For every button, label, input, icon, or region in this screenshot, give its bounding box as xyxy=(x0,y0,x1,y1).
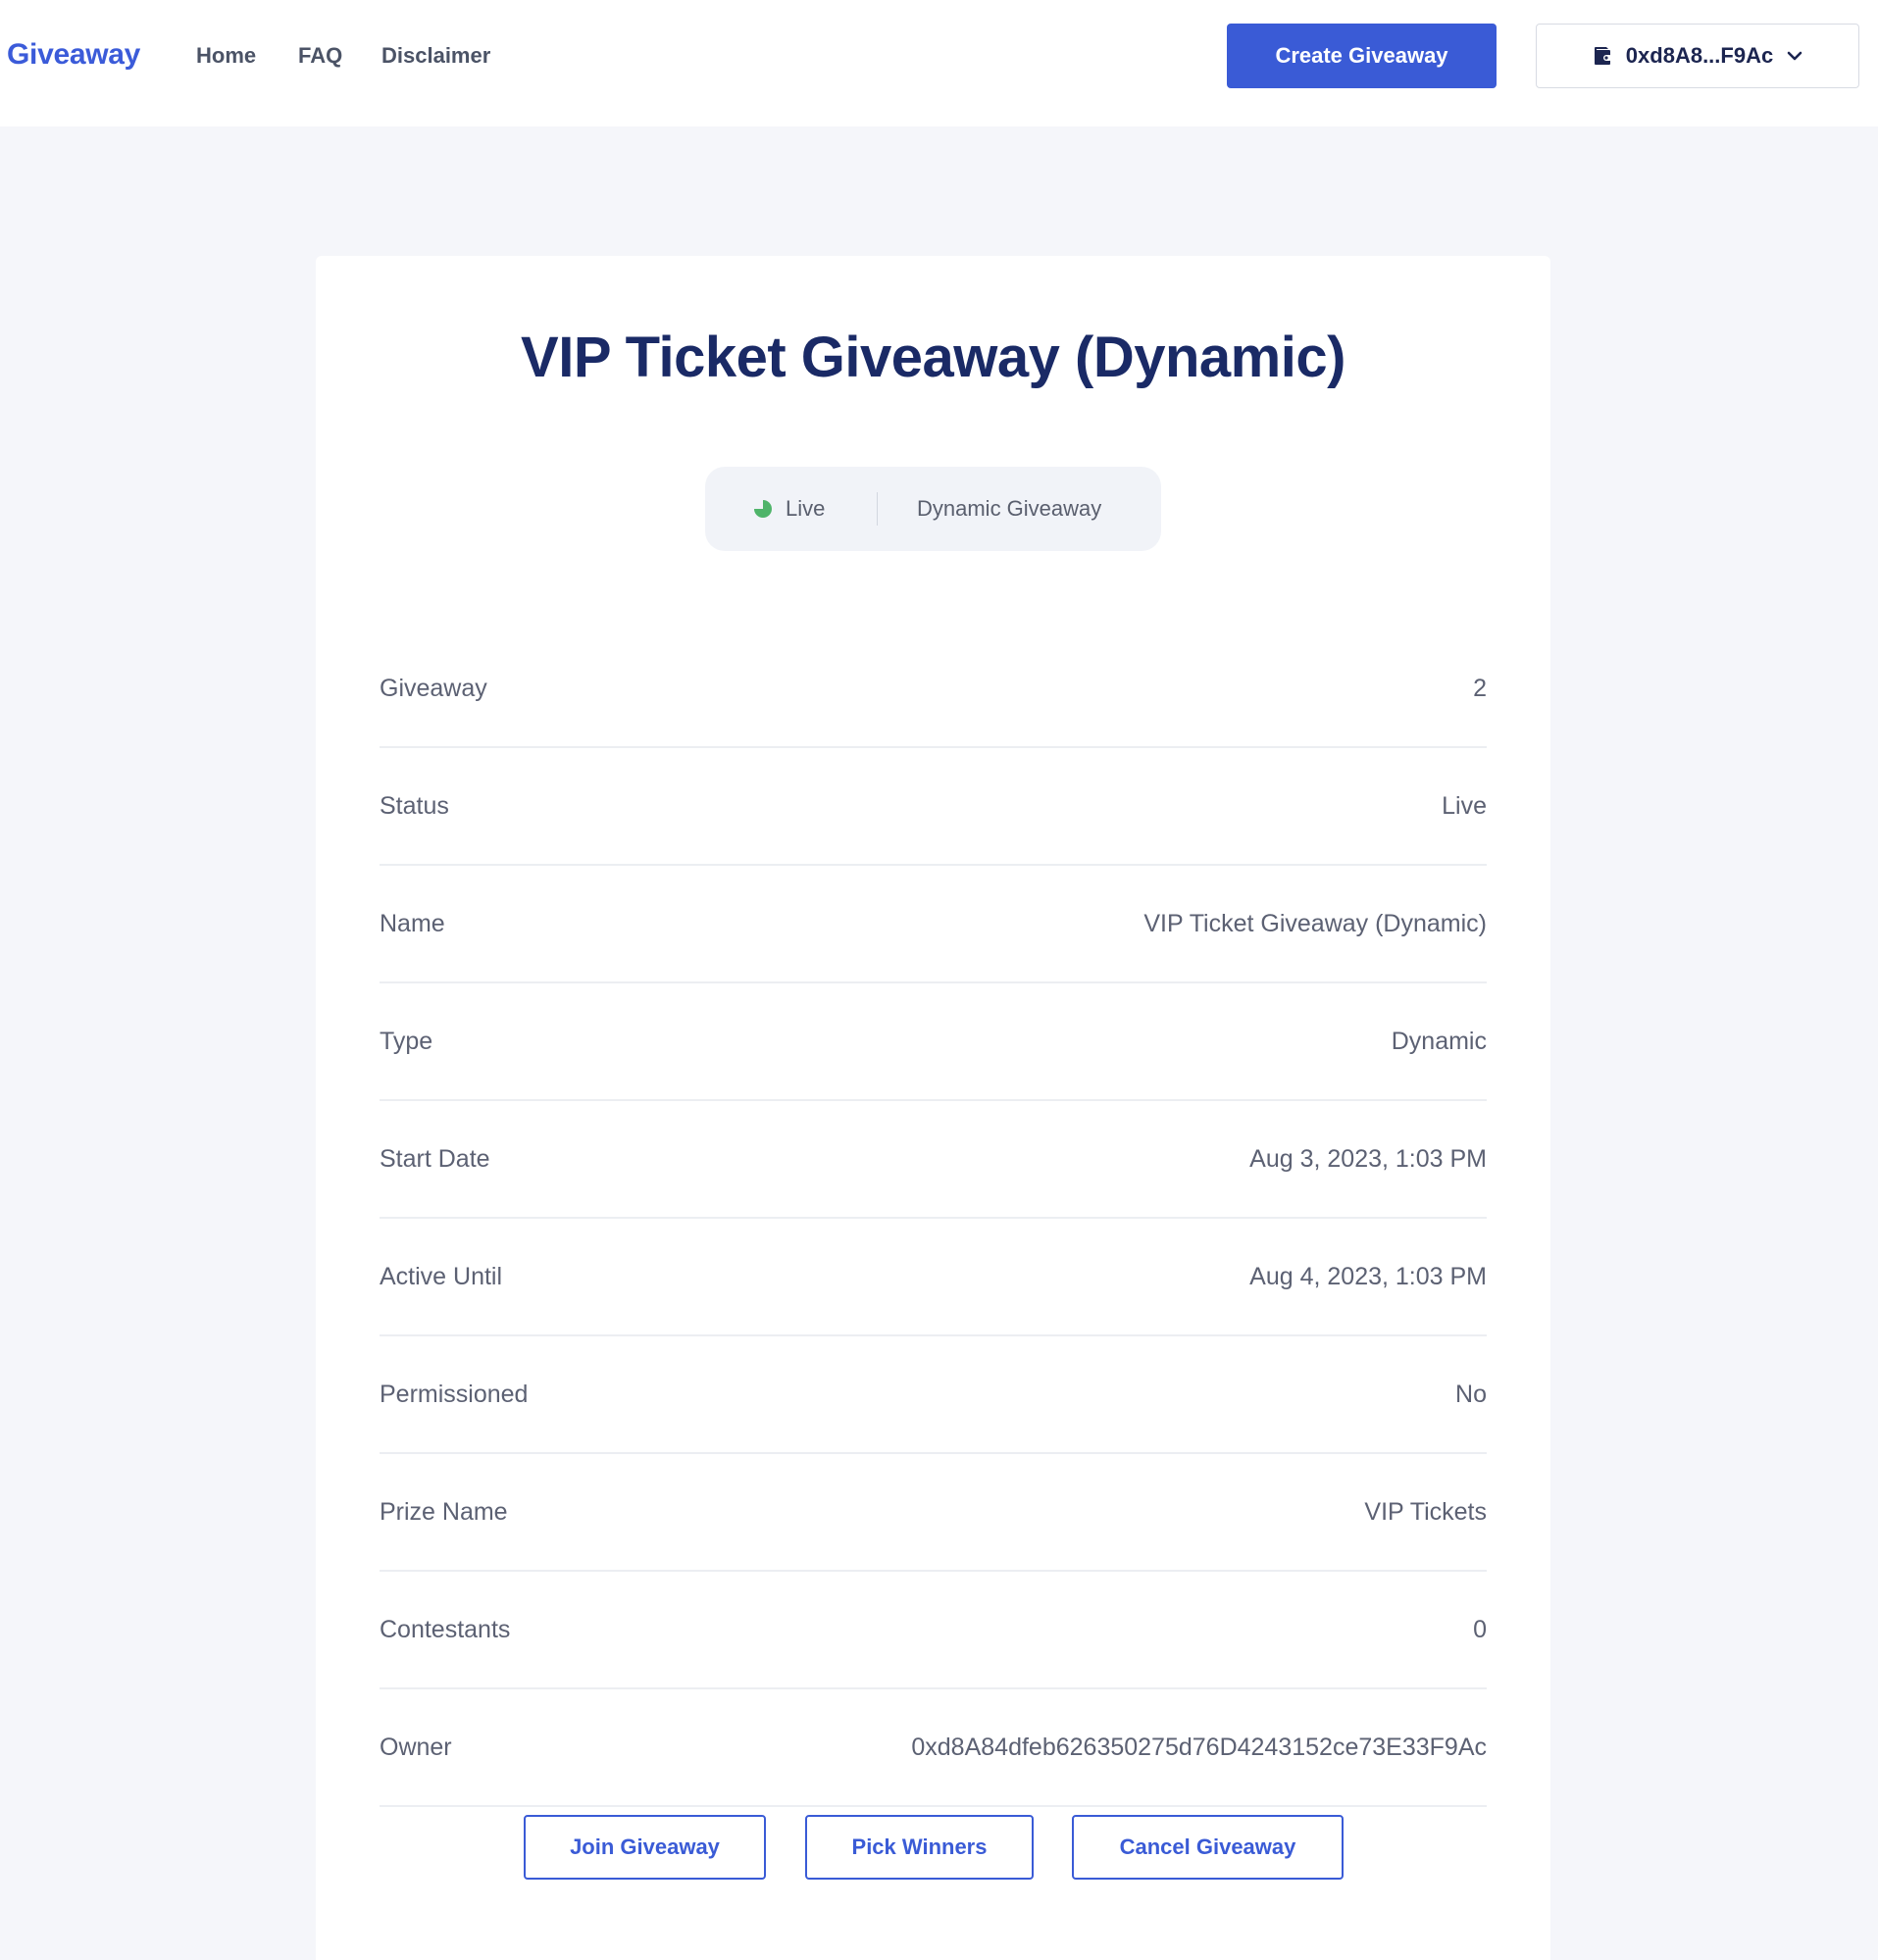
pick-winners-button[interactable]: Pick Winners xyxy=(805,1815,1034,1880)
detail-row-giveaway: Giveaway 2 xyxy=(380,630,1487,748)
detail-value: VIP Ticket Giveaway (Dynamic) xyxy=(1143,909,1487,937)
wallet-icon xyxy=(1591,44,1614,68)
detail-value: Aug 4, 2023, 1:03 PM xyxy=(1249,1262,1487,1290)
wallet-account-button[interactable]: 0xd8A8...F9Ac xyxy=(1536,24,1859,88)
status-pill: Live Dynamic Giveaway xyxy=(705,467,1161,551)
detail-label: Status xyxy=(380,791,449,820)
giveaway-type-label: Dynamic Giveaway xyxy=(917,496,1102,521)
detail-label: Active Until xyxy=(380,1262,503,1290)
detail-row-prize-name: Prize Name VIP Tickets xyxy=(380,1454,1487,1572)
detail-row-active-until: Active Until Aug 4, 2023, 1:03 PM xyxy=(380,1219,1487,1336)
status-dot-icon xyxy=(754,500,772,518)
detail-label: Permissioned xyxy=(380,1380,529,1408)
detail-value: Live xyxy=(1442,791,1487,820)
detail-row-type: Type Dynamic xyxy=(380,983,1487,1101)
detail-label: Giveaway xyxy=(380,674,487,702)
detail-value: Dynamic xyxy=(1391,1027,1487,1055)
detail-row-name: Name VIP Ticket Giveaway (Dynamic) xyxy=(380,866,1487,983)
status-pill-label: Live xyxy=(786,496,826,521)
nav-faq-link[interactable]: FAQ xyxy=(298,43,342,69)
detail-value: 0 xyxy=(1473,1615,1487,1643)
cancel-giveaway-button[interactable]: Cancel Giveaway xyxy=(1072,1815,1344,1880)
detail-value: VIP Tickets xyxy=(1364,1497,1487,1526)
detail-label: Name xyxy=(380,909,445,937)
wallet-address-label: 0xd8A8...F9Ac xyxy=(1625,43,1774,68)
detail-label: Owner xyxy=(380,1733,452,1761)
brand-logo[interactable]: Giveaway xyxy=(7,38,140,72)
page-title: VIP Ticket Giveaway (Dynamic) xyxy=(521,326,1345,389)
action-buttons: Join Giveaway Pick Winners Cancel Giveaw… xyxy=(316,1815,1550,1880)
detail-label: Prize Name xyxy=(380,1497,508,1526)
join-giveaway-button[interactable]: Join Giveaway xyxy=(524,1815,766,1880)
nav-disclaimer-link[interactable]: Disclaimer xyxy=(381,43,490,69)
detail-row-contestants: Contestants 0 xyxy=(380,1572,1487,1689)
detail-value: No xyxy=(1455,1380,1487,1408)
detail-label: Start Date xyxy=(380,1144,490,1173)
create-giveaway-button[interactable]: Create Giveaway xyxy=(1227,24,1497,88)
giveaway-detail-card: VIP Ticket Giveaway (Dynamic) Live Dynam… xyxy=(316,256,1550,1960)
top-navigation-bar: Giveaway Home FAQ Disclaimer Create Give… xyxy=(0,0,1878,126)
detail-row-status: Status Live xyxy=(380,748,1487,866)
chevron-down-icon xyxy=(1785,46,1804,66)
detail-label: Contestants xyxy=(380,1615,511,1643)
detail-row-start-date: Start Date Aug 3, 2023, 1:03 PM xyxy=(380,1101,1487,1219)
nav-home-link[interactable]: Home xyxy=(196,43,256,69)
detail-row-owner: Owner 0xd8A84dfeb626350275d76D4243152ce7… xyxy=(380,1689,1487,1807)
detail-value: 2 xyxy=(1473,674,1487,702)
details-table: Giveaway 2 Status Live Name VIP Ticket G… xyxy=(380,630,1487,1807)
detail-value: 0xd8A84dfeb626350275d76D4243152ce73E33F9… xyxy=(911,1733,1487,1761)
detail-value: Aug 3, 2023, 1:03 PM xyxy=(1249,1144,1487,1173)
detail-row-permissioned: Permissioned No xyxy=(380,1336,1487,1454)
detail-label: Type xyxy=(380,1027,433,1055)
